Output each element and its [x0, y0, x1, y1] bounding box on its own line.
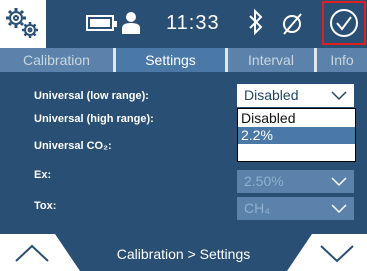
tab-calibration[interactable]: Calibration	[0, 48, 113, 72]
clock-time: 11:33	[166, 12, 220, 34]
tab-info[interactable]: Info	[317, 48, 367, 72]
select-value: Disabled	[244, 87, 299, 103]
tox-select[interactable]: CH₄	[237, 197, 354, 220]
universal-low-select[interactable]: Disabled	[237, 84, 354, 107]
dropdown-option-empty[interactable]	[238, 144, 355, 161]
tab-settings[interactable]: Settings	[116, 48, 225, 72]
gears-icon	[6, 8, 38, 38]
device-screen: 11:33 Calibration Settings Interval Info…	[0, 0, 367, 271]
setting-label-universal-low: Universal (low range):	[34, 90, 149, 102]
select-value: 2.50%	[244, 173, 284, 189]
settings-button[interactable]	[0, 0, 46, 48]
bluetooth-icon	[249, 8, 263, 36]
dropdown-option-2-2[interactable]: 2.2%	[238, 127, 355, 144]
chevron-down-icon	[320, 245, 354, 263]
no-signal-icon	[283, 13, 302, 35]
chevron-down-icon	[331, 91, 347, 101]
chevron-down-icon	[331, 204, 347, 214]
user-icon	[122, 12, 140, 34]
tab-interval[interactable]: Interval	[228, 48, 314, 72]
check-circle-icon	[330, 9, 358, 37]
confirm-button[interactable]	[322, 1, 366, 45]
status-bar: 11:33	[0, 0, 367, 48]
dropdown-option-disabled[interactable]: Disabled	[238, 110, 355, 127]
setting-label-tox: Tox:	[34, 200, 57, 212]
setting-label-universal-co2: Universal CO₂:	[34, 140, 112, 152]
ex-select[interactable]: 2.50%	[237, 170, 354, 193]
setting-label-universal-high: Universal (high range):	[34, 113, 154, 125]
select-value: CH₄	[244, 200, 270, 216]
dropdown-list: Disabled 2.2%	[237, 108, 356, 162]
tab-bar: Calibration Settings Interval Info	[0, 48, 367, 72]
battery-icon	[86, 15, 117, 31]
setting-label-ex: Ex:	[34, 169, 52, 181]
bottom-nav: Calibration > Settings	[0, 234, 367, 271]
chevron-down-icon	[331, 177, 347, 187]
